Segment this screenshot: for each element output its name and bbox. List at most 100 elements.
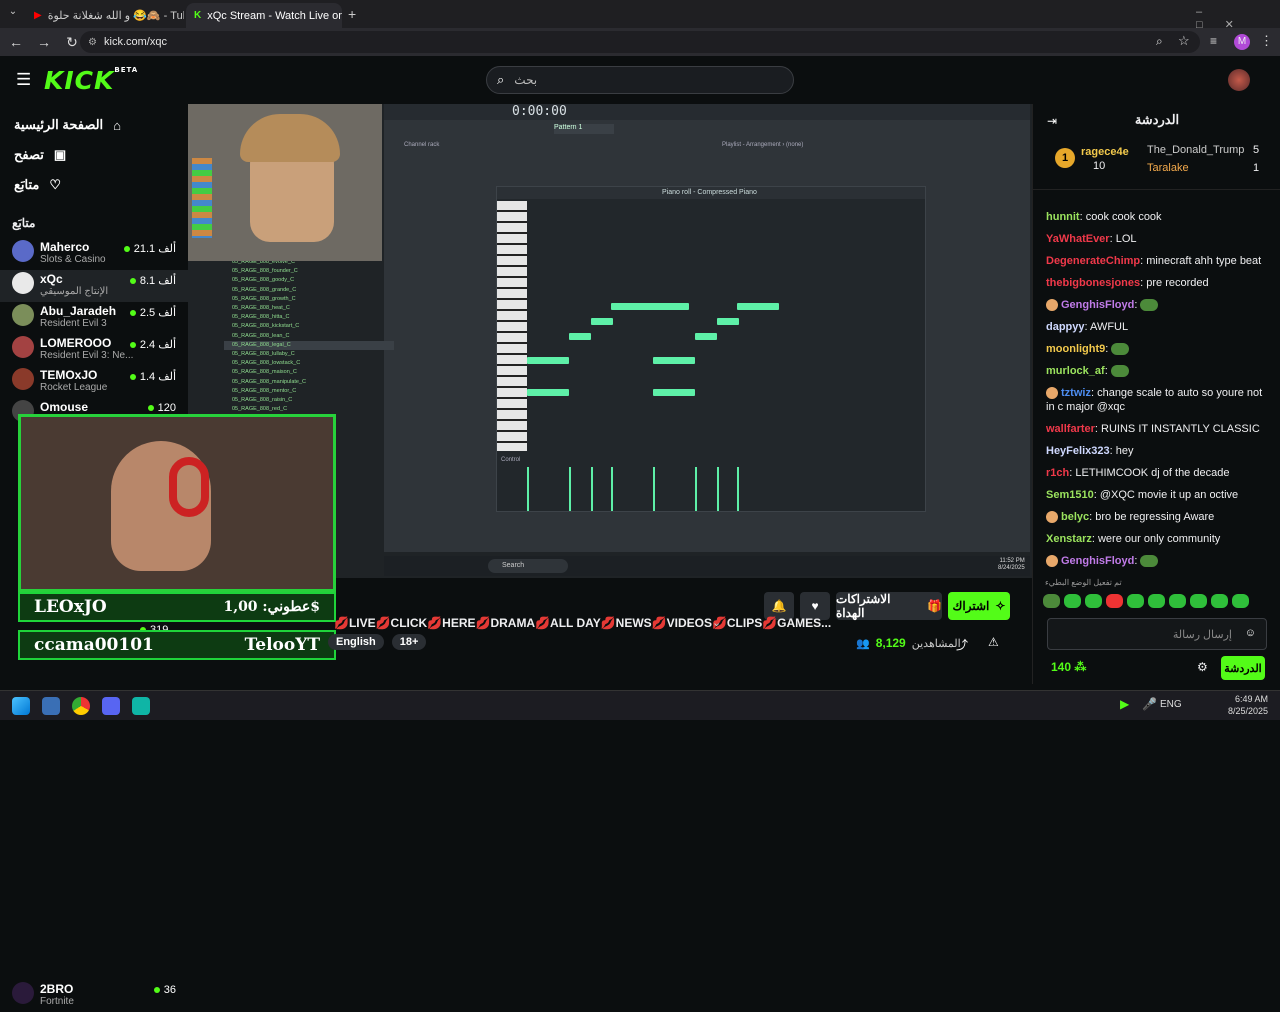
emoji-icon[interactable]: ☺ xyxy=(1245,627,1256,639)
chat-username[interactable]: GenghisFloyd xyxy=(1061,555,1134,567)
sidebar-channel-maherco[interactable]: Maherco Slots & Casino 21.1 ألف xyxy=(0,238,188,270)
reading-list-icon[interactable]: ≡ xyxy=(1210,34,1217,48)
play-icon[interactable]: ▶ xyxy=(1120,697,1129,711)
chat-username[interactable]: dappyy xyxy=(1046,321,1085,333)
hamburger-icon[interactable]: ☰ xyxy=(16,70,31,90)
url-field[interactable]: ⚙ kick.com/xqc xyxy=(80,31,1200,53)
heart-icon: ♥ xyxy=(811,599,819,613)
file-list-item[interactable]: 05_RAGE_808_lullaby_C xyxy=(224,350,394,359)
chat-username[interactable]: Xenstarz xyxy=(1046,533,1092,545)
subscribe-button[interactable]: اشتراك ✧ xyxy=(948,592,1010,620)
share-icon[interactable]: ⤴ xyxy=(956,636,968,653)
tab-kick[interactable]: K xQc Stream - Watch Live on 🔊 ✕ xyxy=(186,3,342,28)
chat-message: thebigbonesjones: pre recorded xyxy=(1046,277,1209,289)
forward-icon[interactable]: → xyxy=(30,34,58,50)
chat-username[interactable]: wallfarter xyxy=(1046,423,1095,435)
user-badge xyxy=(1046,299,1058,312)
system-clock[interactable]: 6:49 AM 8/25/2025 xyxy=(1228,693,1268,717)
leader-name[interactable]: The_Donald_Trump xyxy=(1147,144,1244,156)
os-time: 6:49 AM xyxy=(1235,694,1269,704)
discord-icon[interactable] xyxy=(102,697,120,715)
report-icon[interactable]: ⚠ xyxy=(988,635,999,649)
tag-language[interactable]: English xyxy=(328,634,384,650)
chat-username[interactable]: tztwiz xyxy=(1061,387,1091,399)
file-list-item[interactable]: 05_RAGE_808_lowstack_C xyxy=(224,359,394,368)
chat-username[interactable]: moonlight9 xyxy=(1046,343,1105,355)
chat-username[interactable]: r1ch xyxy=(1046,467,1069,479)
task-view-icon[interactable] xyxy=(42,697,60,715)
user-avatar[interactable] xyxy=(1228,69,1250,91)
file-list-item[interactable]: 05_RAGE_808_raisin_C xyxy=(224,396,394,405)
zoom-icon[interactable]: ⌕ xyxy=(1156,34,1163,49)
tab-label: xQc Stream - Watch Live on xyxy=(207,9,342,22)
file-browser: 05_RAGE_808_evolve_C 05_RAGE_808_founder_… xyxy=(224,258,394,414)
channel-category: Resident Evil 3 xyxy=(40,318,107,329)
mic-icon[interactable]: 🎤 xyxy=(1142,697,1157,711)
chat-username[interactable]: Sem1510 xyxy=(1046,489,1094,501)
leader-value: 10 xyxy=(1093,160,1106,172)
tab-youtube[interactable]: ▶ و الله شغلانة حلوة 😂🙈 - Tube ✕ xyxy=(26,3,184,28)
search-placeholder: بحث xyxy=(514,73,538,87)
file-list-item[interactable]: 05_RAGE_808_grande_C xyxy=(224,286,394,295)
file-list-item[interactable]: 05_RAGE_808_kickstart_C xyxy=(224,322,394,331)
sidebar-channel-2bro[interactable]: 2BRO Fortnite 36 xyxy=(0,980,188,1012)
file-list-item[interactable]: 05_RAGE_808_hitta_C xyxy=(224,313,394,322)
nav-home[interactable]: ⌂ الصفحة الرئيسية xyxy=(0,110,188,140)
daw-pattern: Pattern 1 xyxy=(554,124,614,134)
leader-value: 1 xyxy=(1253,162,1260,174)
profile-avatar[interactable]: M xyxy=(1234,34,1250,50)
chat-username[interactable]: GenghisFloyd xyxy=(1061,299,1134,311)
tab-search-button[interactable]: ⌄ xyxy=(4,6,22,22)
file-list-item[interactable]: 05_RAGE_808_heat_C xyxy=(224,304,394,313)
file-list-item[interactable]: 05_RAGE_808_maison_C xyxy=(224,368,394,377)
menu-icon[interactable]: ⋮ xyxy=(1260,33,1273,49)
settings-icon[interactable]: ⚙ xyxy=(1197,660,1208,674)
sidebar-channel-lomerooo[interactable]: LOMEROOO Resident Evil 3: Ne... 2.4 ألف xyxy=(0,334,188,366)
file-list-item[interactable]: 05_RAGE_808_goody_C xyxy=(224,276,394,285)
app-icon[interactable] xyxy=(132,697,150,715)
logo-beta: BETA xyxy=(114,66,139,74)
chat-username[interactable]: murlock_af xyxy=(1046,365,1105,377)
chat-username[interactable]: DegenerateChimp xyxy=(1046,255,1140,267)
sidebar-channel-temoxjo[interactable]: TEMOxJO Rocket League 1.4 ألف xyxy=(0,366,188,398)
chat-username[interactable]: HeyFelix323 xyxy=(1046,445,1110,457)
nav-following[interactable]: ♡ متابَع xyxy=(0,170,188,200)
channel-points[interactable]: 140 ⁂ xyxy=(1051,660,1086,674)
chat-username[interactable]: hunnit xyxy=(1046,211,1080,223)
browse-icon: ▣ xyxy=(53,147,67,162)
language-indicator[interactable]: ENG xyxy=(1160,699,1182,710)
file-list-item[interactable]: 05_RAGE_808_legal_C xyxy=(224,340,394,351)
nav-browse[interactable]: ▣ تصفح xyxy=(0,140,188,170)
leader-name[interactable]: Taralake xyxy=(1147,162,1189,174)
bookmark-star-icon[interactable]: ☆ xyxy=(1178,33,1190,49)
file-list-item[interactable]: 05_RAGE_808_lean_C xyxy=(224,332,394,341)
site-info-icon[interactable]: ⚙ xyxy=(88,37,97,48)
chat-username[interactable]: belyc xyxy=(1061,511,1089,523)
leader-name[interactable]: ragece4e xyxy=(1081,146,1129,158)
file-list-item[interactable]: 05_RAGE_808_founder_C xyxy=(224,267,394,276)
windows-start-icon[interactable] xyxy=(12,697,30,715)
search-input[interactable]: ⌕ بحث xyxy=(486,66,794,94)
chat-input[interactable]: إرسال رسالة ☺ xyxy=(1047,618,1267,650)
sidebar-channel-xqc[interactable]: xQc الإنتاج الموسيقي 8.1 ألف xyxy=(0,270,188,302)
gift-subs-button[interactable]: الاشتراكات الهداة 🎁 xyxy=(836,592,942,620)
viewer-count-value: 8,129 xyxy=(875,636,906,650)
send-chat-button[interactable]: الدردشة xyxy=(1221,656,1265,680)
sidebar-channel-abu-jaradeh[interactable]: Abu_Jaradeh Resident Evil 3 2.5 ألف xyxy=(0,302,188,334)
file-list-item[interactable]: 05_RAGE_808_growth_C xyxy=(224,295,394,304)
chat-message: tztwiz: change scale to auto so youre no… xyxy=(1046,387,1263,413)
back-icon[interactable]: ← xyxy=(2,34,30,50)
chrome-icon[interactable] xyxy=(72,697,90,715)
file-list-item[interactable]: 05_RAGE_808_mentor_C xyxy=(224,387,394,396)
new-tab-button[interactable]: + xyxy=(348,6,356,22)
chat-message: Sem1510: @XQC movie it up an octive xyxy=(1046,489,1239,501)
kick-logo[interactable]: KICKBETA xyxy=(44,66,138,95)
file-list-item[interactable]: 05_RAGE_808_manipulate_C xyxy=(224,378,394,387)
chat-username[interactable]: thebigbonesjones xyxy=(1046,277,1140,289)
chat-message: DegenerateChimp: minecraft ahh type beat xyxy=(1046,255,1262,267)
tag-mature[interactable]: 18+ xyxy=(391,634,427,650)
chat-text: LOL xyxy=(1115,233,1137,245)
chat-message: moonlight9: xyxy=(1033,338,1280,360)
chat-username[interactable]: YaWhatEver xyxy=(1046,233,1110,245)
chevron-down-icon[interactable]: ⌄ xyxy=(712,616,721,629)
